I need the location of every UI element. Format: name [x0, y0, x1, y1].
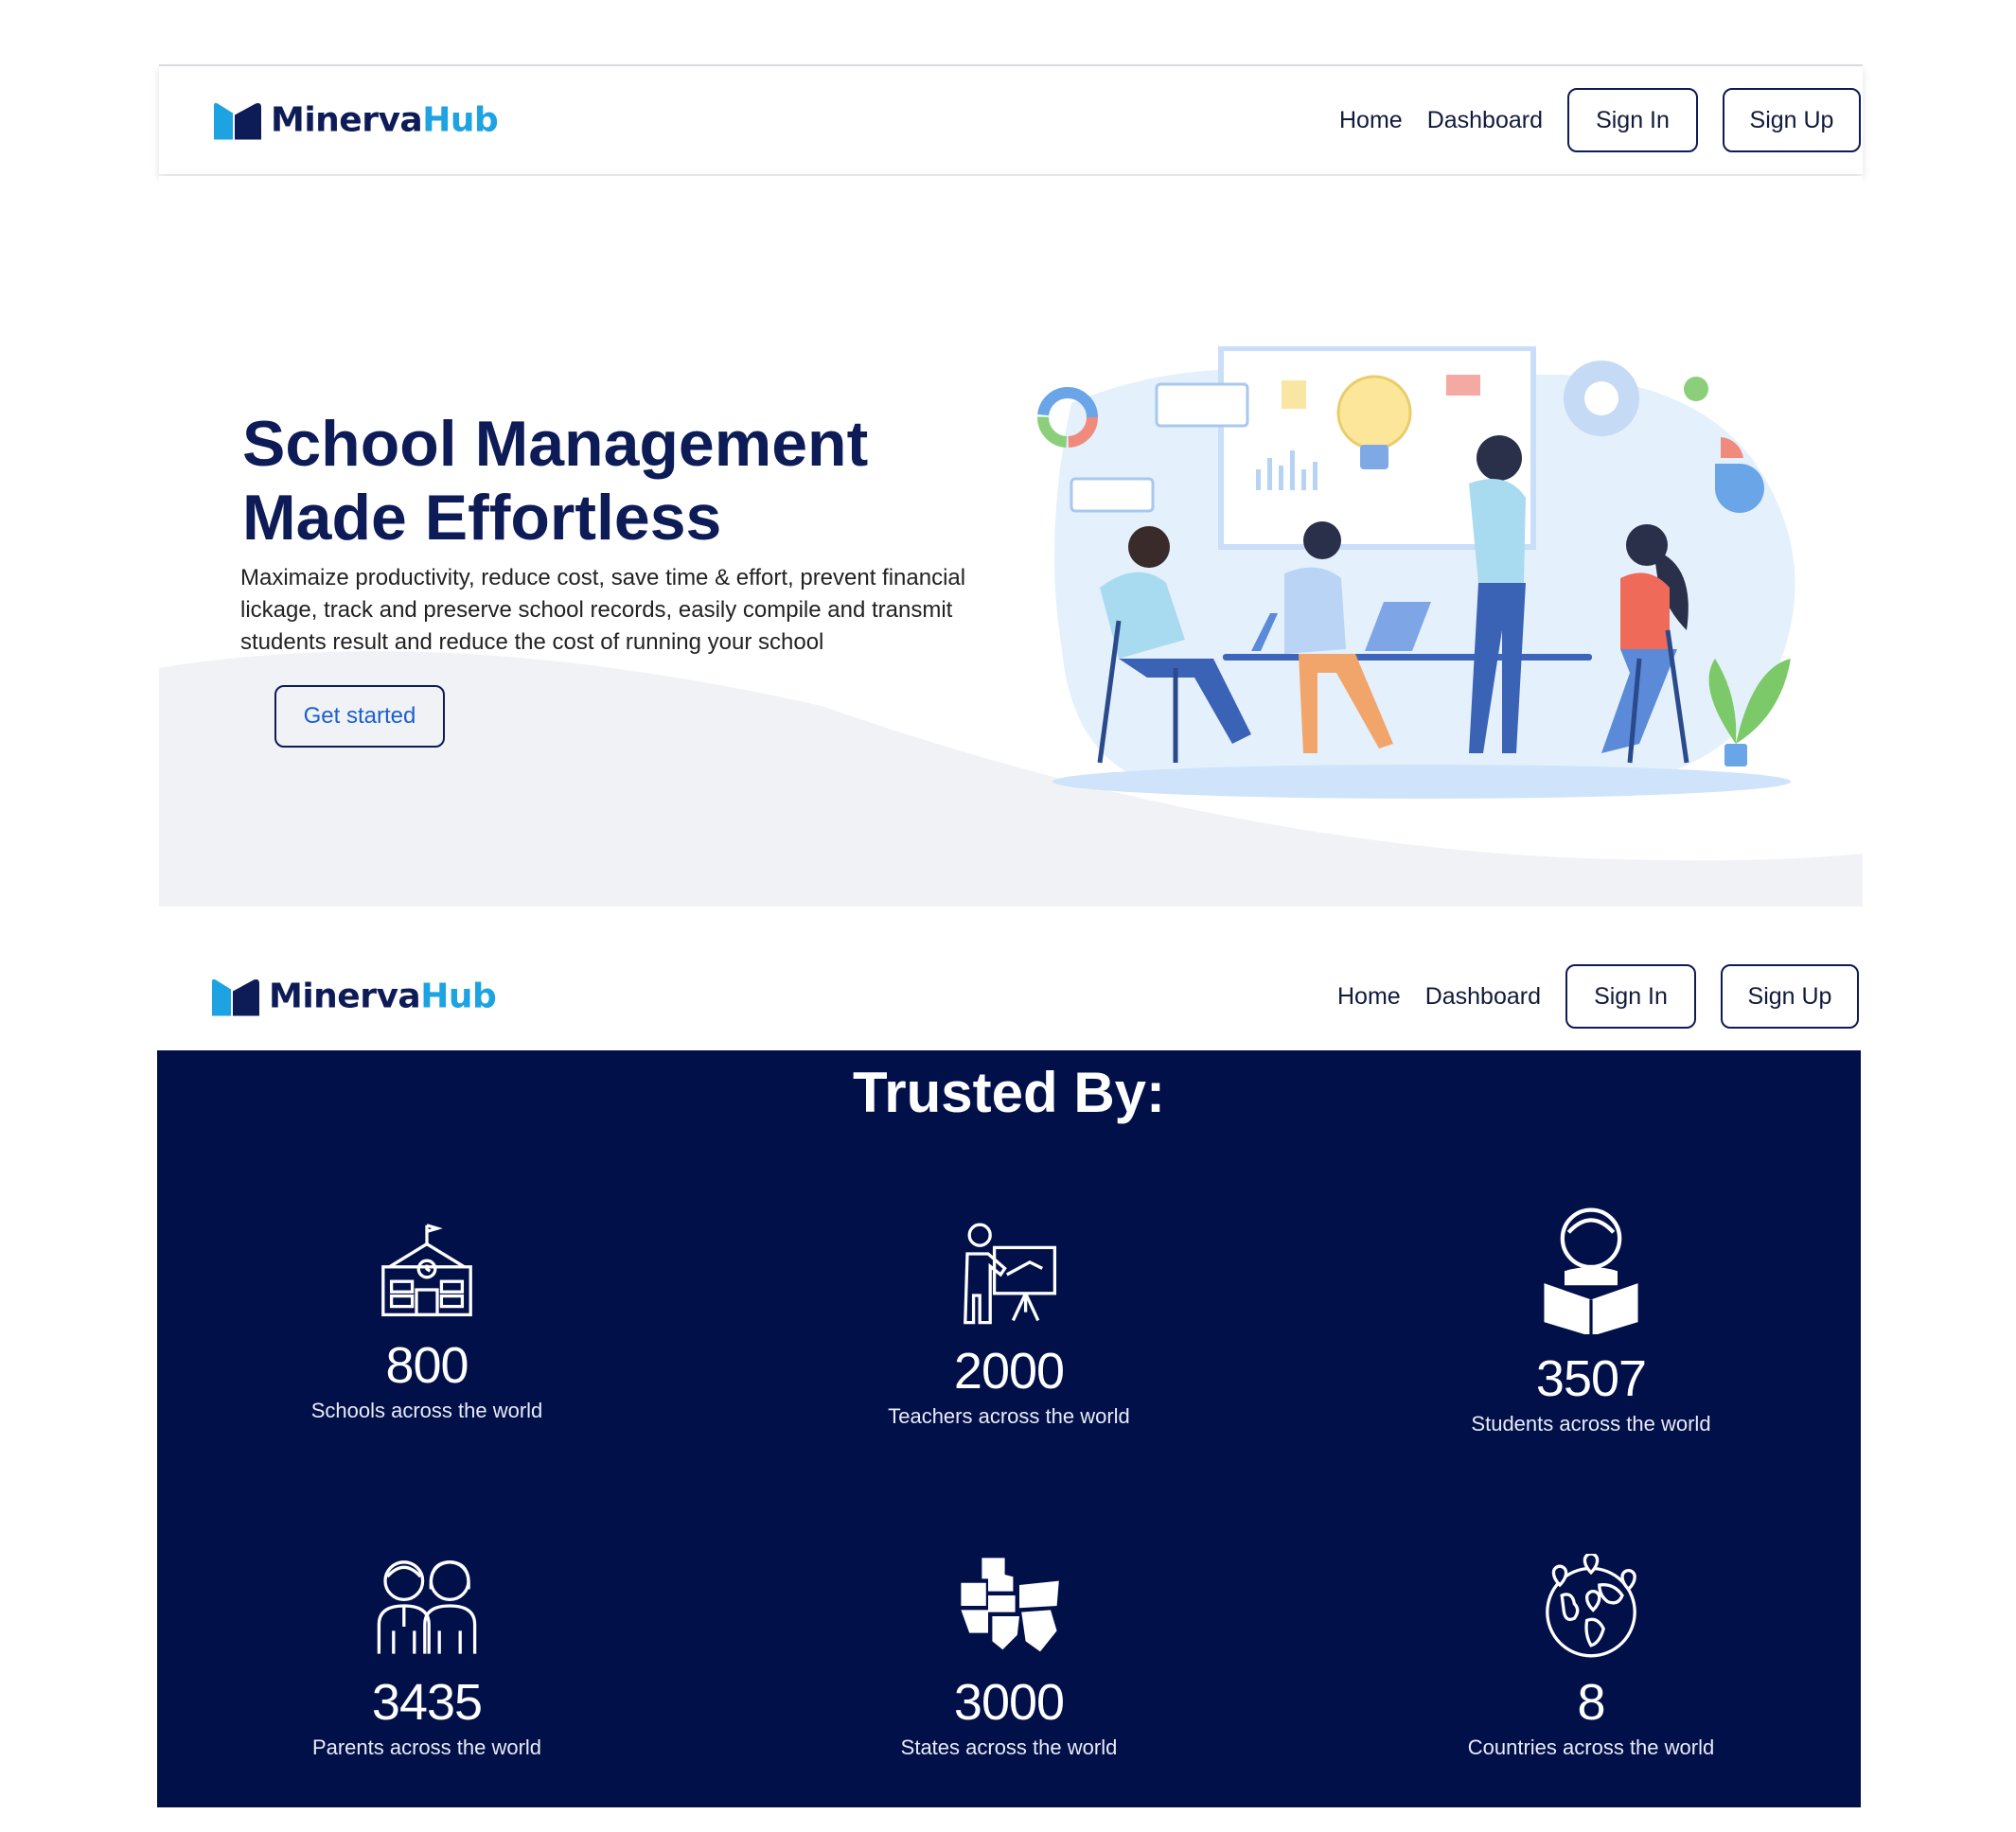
get-started-button[interactable]: Get started	[274, 685, 445, 748]
student-icon	[1354, 1202, 1828, 1334]
brand-logo[interactable]: MinervaHub	[212, 100, 499, 140]
hero-subtitle: Maximaize productivity, reduce cost, sav…	[240, 565, 966, 655]
stat-value: 3507	[1535, 1350, 1647, 1407]
logo-mark-icon	[212, 978, 259, 1015]
secondary-navbar: MinervaHub Home Dashboard Sign In Sign U…	[157, 942, 1861, 1050]
stat-label: States across the world	[900, 1735, 1118, 1759]
stat-label: Students across the world	[1471, 1412, 1711, 1436]
stat-value: 3435	[371, 1674, 483, 1731]
globe-icon	[1354, 1554, 1828, 1658]
logo-mark-icon	[214, 102, 261, 139]
nav-dashboard-link[interactable]: Dashboard	[1425, 983, 1541, 1011]
stat-value: 800	[385, 1337, 469, 1394]
parents-icon	[190, 1554, 663, 1658]
stat-countries: 8 Countries across the world	[1354, 1554, 1828, 1760]
stat-value: 8	[1577, 1674, 1605, 1731]
hero-section: School Management Made Effortless Maxima…	[159, 176, 1863, 907]
stat-students: 3507 Students across the world	[1354, 1202, 1828, 1436]
states-map-icon	[772, 1554, 1246, 1658]
teacher-icon	[772, 1223, 1246, 1327]
stat-label: Countries across the world	[1467, 1735, 1715, 1759]
nav-links: Home Dashboard Sign In Sign Up	[1339, 88, 1861, 152]
nav-home-link[interactable]: Home	[1339, 107, 1403, 134]
stat-states: 3000 States across the world	[772, 1554, 1246, 1760]
sign-in-button[interactable]: Sign In	[1567, 88, 1698, 152]
stat-parents: 3435 Parents across the world	[190, 1554, 663, 1760]
nav-links-secondary: Home Dashboard Sign In Sign Up	[1337, 964, 1859, 1029]
stat-value: 3000	[953, 1674, 1065, 1731]
school-icon	[190, 1217, 663, 1321]
brand-logo-secondary[interactable]: MinervaHub	[210, 977, 497, 1016]
stat-teachers: 2000 Teachers across the world	[772, 1223, 1246, 1429]
sign-up-button[interactable]: Sign Up	[1723, 88, 1861, 152]
sign-up-button[interactable]: Sign Up	[1721, 964, 1859, 1029]
team-meeting-illustration	[1037, 346, 1795, 799]
stat-value: 2000	[953, 1343, 1065, 1400]
trusted-by-title: Trusted By:	[852, 1061, 1166, 1124]
brand-name: MinervaHub	[269, 977, 497, 1016]
hero-title: School Management Made Effortless	[242, 408, 869, 554]
brand-name: MinervaHub	[271, 100, 499, 140]
stat-label: Schools across the world	[310, 1399, 543, 1422]
nav-dashboard-link[interactable]: Dashboard	[1427, 107, 1543, 134]
stat-label: Parents across the world	[311, 1735, 542, 1759]
nav-home-link[interactable]: Home	[1337, 983, 1401, 1011]
top-navbar: MinervaHub Home Dashboard Sign In Sign U…	[159, 64, 1863, 174]
sign-in-button[interactable]: Sign In	[1565, 964, 1696, 1029]
stat-schools: 800 Schools across the world	[190, 1217, 663, 1423]
stat-label: Teachers across the world	[888, 1404, 1130, 1428]
trusted-by-section: Trusted By: 800 Schools across the world	[157, 1050, 1861, 1807]
